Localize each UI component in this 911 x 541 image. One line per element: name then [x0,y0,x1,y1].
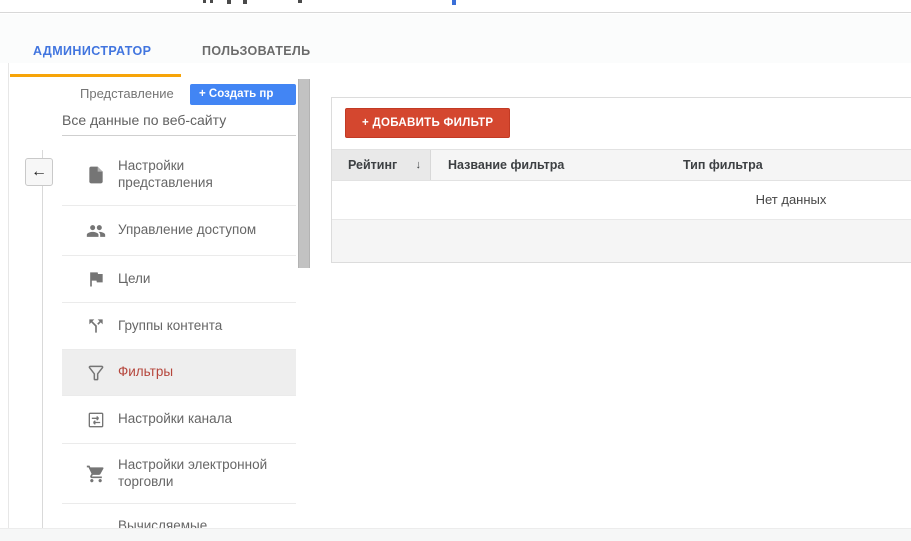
column-header-filter-name: Название фильтра [448,150,564,180]
cutoff-text-fragment [210,0,213,3]
sidebar-scrollbar-thumb[interactable] [298,79,310,268]
sort-descending-icon: ↓ [416,150,422,180]
sidebar-item-filters[interactable]: Фильтры [62,350,296,396]
cart-icon [86,464,106,484]
cutoff-text-fragment [203,0,206,3]
active-tab-underline [10,74,181,77]
tab-administrator[interactable]: АДМИНИСТРАТОР [33,44,151,58]
add-filter-button[interactable]: + ДОБАВИТЬ ФИЛЬТР [345,108,510,138]
cutoff-text-fragment [452,0,456,5]
sidebar-item-goals[interactable]: Цели [62,256,296,303]
table-footer [332,219,911,262]
cutoff-text-fragment [227,0,231,4]
column-header-rank[interactable]: Рейтинг ↓ [332,150,431,180]
view-section-label: Представление [80,86,174,101]
tab-user[interactable]: ПОЛЬЗОВАТЕЛЬ [202,44,311,58]
back-arrow-icon: ← [31,163,47,181]
sidebar-item-channel-settings[interactable]: Настройки канала [62,396,296,444]
view-selector-dropdown[interactable]: Все данные по веб-сайту [62,112,296,136]
tab-bar: АДМИНИСТРАТОР ПОЛЬЗОВАТЕЛЬ [0,14,911,63]
sidebar-item-label: Цели [118,271,150,288]
sidebar-menu: Настройки представления Управление доступ… [62,144,296,541]
channel-icon [86,410,106,430]
sidebar-item-label: Настройки представления [118,158,276,192]
back-button[interactable]: ← [25,158,53,186]
sidebar-item-label: Фильтры [118,364,173,381]
hierarchy-line [42,150,43,530]
column-header-filter-type: Тип фильтра [683,150,763,180]
table-empty-state: Нет данных [332,181,911,219]
filter-icon [86,363,106,383]
people-icon [86,221,106,241]
sidebar-item-label: Управление доступом [118,222,256,239]
sidebar-item-label: Настройки канала [118,411,232,428]
table-header-row: Рейтинг ↓ Название фильтра Тип фильтра [332,149,911,181]
cutoff-header-strip [0,0,911,13]
sidebar-item-view-settings[interactable]: Настройки представления [62,144,296,206]
sidebar-item-ecommerce-settings[interactable]: Настройки электронной торговли [62,444,296,504]
sidebar-item-content-grouping[interactable]: Группы контента [62,303,296,350]
sidebar-item-user-management[interactable]: Управление доступом [62,206,296,256]
sidebar-item-label: Группы контента [118,318,222,335]
sidebar-item-label: Настройки электронной торговли [118,457,276,491]
split-icon [86,316,106,336]
bottom-edge-strip [0,528,911,541]
cutoff-text-fragment [298,0,302,3]
filters-card: + ДОБАВИТЬ ФИЛЬТР Рейтинг ↓ Название фил… [331,97,911,263]
flag-icon [86,269,106,289]
sidebar-left-border [8,63,9,530]
column-header-rank-label: Рейтинг [348,158,397,172]
create-view-button[interactable]: + Создать пр [190,84,296,105]
document-icon [86,165,106,185]
cutoff-text-fragment [243,0,247,4]
